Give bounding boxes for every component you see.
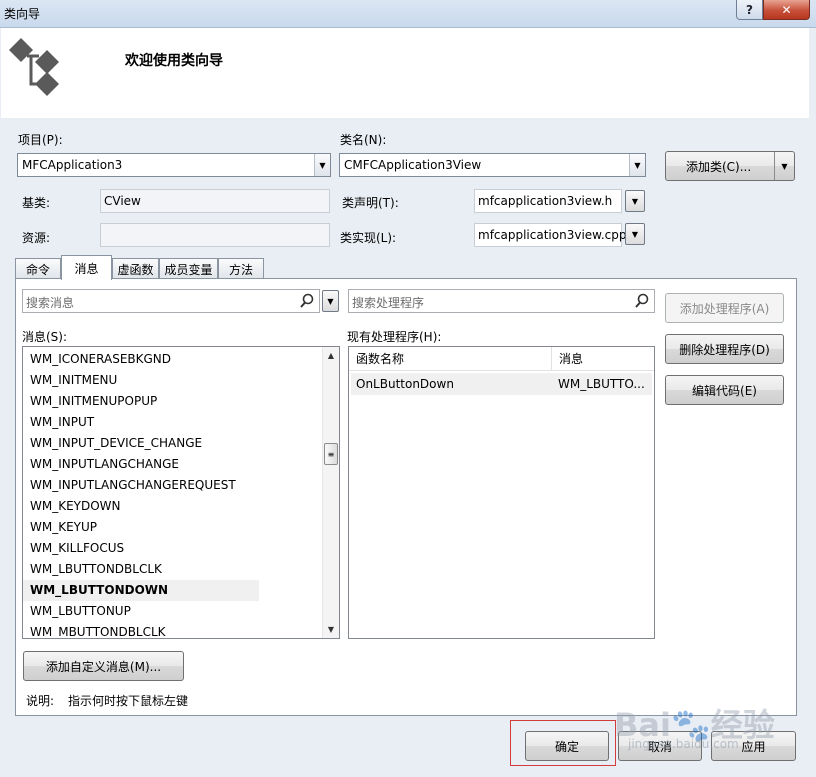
messages-listbox[interactable]: WM_ICONERASEBKGND WM_INITMENU WM_INITMENUP… bbox=[22, 346, 340, 639]
table-row[interactable]: OnLButtonDown WM_LBUTTO... bbox=[351, 373, 652, 395]
list-item[interactable]: WM_INPUTLANGCHANGEREQUEST bbox=[23, 475, 259, 496]
message-search-input[interactable]: 搜索消息 bbox=[22, 289, 320, 313]
list-item[interactable]: WM_LBUTTONDOWN bbox=[23, 580, 259, 601]
scroll-up-icon[interactable]: ▲ bbox=[323, 347, 339, 364]
handler-message-cell: WM_LBUTTO... bbox=[558, 377, 645, 391]
scroll-down-icon[interactable]: ▼ bbox=[323, 621, 339, 638]
class-wizard-logo-icon bbox=[9, 38, 59, 96]
messages-list-label: 消息(S): bbox=[22, 330, 68, 344]
project-label: 项目(P): bbox=[18, 133, 63, 147]
list-item[interactable]: WM_LBUTTONDBLCLK bbox=[23, 559, 259, 580]
decl-label: 类声明(T): bbox=[342, 196, 399, 210]
tab-virtual-functions[interactable]: 虚函数 bbox=[112, 258, 159, 279]
impl-field: mfcapplication3view.cpp bbox=[474, 223, 627, 247]
list-item[interactable]: WM_KEYDOWN bbox=[23, 496, 259, 517]
add-class-button[interactable]: 添加类(C)... ▼ bbox=[665, 151, 795, 181]
chevron-down-icon: ▼ bbox=[314, 154, 330, 176]
chevron-down-icon: ▼ bbox=[631, 196, 639, 206]
list-item[interactable]: WM_ICONERASEBKGND bbox=[23, 349, 259, 370]
baidu-watermark-url: jingyan.baidu.com bbox=[628, 737, 739, 751]
grid-header: 函数名称 消息 bbox=[349, 347, 654, 371]
title-bar: 类向导 bbox=[0, 0, 816, 28]
classname-label: 类名(N): bbox=[340, 133, 387, 147]
window-title: 类向导 bbox=[4, 7, 41, 21]
tab-member-variables[interactable]: 成员变量 bbox=[159, 258, 218, 279]
add-class-label: 添加类(C)... bbox=[686, 159, 752, 174]
base-label: 基类: bbox=[22, 196, 51, 210]
project-value: MFCApplication3 bbox=[22, 158, 123, 172]
list-item[interactable]: WM_INITMENUPOPUP bbox=[23, 391, 259, 412]
list-item[interactable]: WM_KEYUP bbox=[23, 517, 259, 538]
tab-methods[interactable]: 方法 bbox=[218, 258, 264, 279]
list-item[interactable]: WM_INPUT_DEVICE_CHANGE bbox=[23, 433, 259, 454]
help-button[interactable]: ? bbox=[736, 0, 763, 20]
search-icon bbox=[300, 293, 314, 308]
decl-dropdown-button[interactable]: ▼ bbox=[625, 190, 645, 212]
handler-search-placeholder: 搜索处理程序 bbox=[352, 296, 425, 310]
resource-label: 资源: bbox=[22, 231, 51, 245]
decl-field: mfcapplication3view.h bbox=[474, 189, 622, 213]
project-combo[interactable]: MFCApplication3 ▼ bbox=[17, 153, 331, 177]
message-search-placeholder: 搜索消息 bbox=[26, 296, 75, 310]
chevron-down-icon: ▼ bbox=[631, 229, 639, 239]
classname-value: CMFCApplication3View bbox=[344, 158, 482, 172]
message-filter-dropdown[interactable]: ▼ bbox=[322, 290, 339, 312]
ok-highlight-box bbox=[510, 720, 616, 766]
resource-field bbox=[100, 223, 330, 247]
description-label: 说明: bbox=[26, 694, 55, 708]
chevron-down-icon: ▼ bbox=[327, 296, 334, 306]
column-header-function[interactable]: 函数名称 bbox=[349, 347, 552, 371]
base-field: CView bbox=[100, 189, 330, 213]
handlers-grid: 函数名称 消息 OnLButtonDown WM_LBUTTO... bbox=[348, 346, 655, 639]
description-text: 指示何时按下鼠标左键 bbox=[68, 694, 189, 708]
handler-function-cell: OnLButtonDown bbox=[356, 377, 454, 391]
tab-messages[interactable]: 消息 bbox=[61, 255, 112, 280]
handler-search-input[interactable]: 搜索处理程序 bbox=[348, 289, 655, 313]
add-custom-message-button[interactable]: 添加自定义消息(M)... bbox=[23, 651, 184, 681]
tab-commands[interactable]: 命令 bbox=[15, 258, 61, 279]
split-dropdown-icon[interactable]: ▼ bbox=[774, 152, 794, 180]
scroll-thumb[interactable]: ≡ bbox=[324, 443, 338, 465]
wizard-header: 欢迎使用类向导 bbox=[1, 28, 809, 118]
delete-handler-button[interactable]: 删除处理程序(D) bbox=[665, 334, 784, 364]
column-header-message[interactable]: 消息 bbox=[552, 347, 654, 371]
list-item[interactable]: WM_KILLFOCUS bbox=[23, 538, 259, 559]
list-item[interactable]: WM_MBUTTONDBLCLK bbox=[23, 622, 259, 638]
list-item[interactable]: WM_INPUTLANGCHANGE bbox=[23, 454, 259, 475]
handlers-list-label: 现有处理程序(H): bbox=[347, 330, 442, 344]
list-item[interactable]: WM_LBUTTONUP bbox=[23, 601, 259, 622]
impl-label: 类实现(L): bbox=[340, 231, 397, 245]
add-handler-button[interactable]: 添加处理程序(A) bbox=[665, 293, 784, 323]
close-button[interactable]: ✕ bbox=[763, 0, 810, 20]
messages-scrollbar[interactable]: ▲ ≡ ▼ bbox=[322, 347, 339, 638]
list-item[interactable]: WM_INITMENU bbox=[23, 370, 259, 391]
chevron-down-icon: ▼ bbox=[629, 154, 645, 176]
edit-code-button[interactable]: 编辑代码(E) bbox=[665, 375, 784, 405]
classname-combo[interactable]: CMFCApplication3View ▼ bbox=[339, 153, 646, 177]
search-icon bbox=[635, 293, 649, 308]
welcome-heading: 欢迎使用类向导 bbox=[125, 53, 223, 69]
list-item[interactable]: WM_INPUT bbox=[23, 412, 259, 433]
impl-dropdown-button[interactable]: ▼ bbox=[625, 223, 645, 245]
